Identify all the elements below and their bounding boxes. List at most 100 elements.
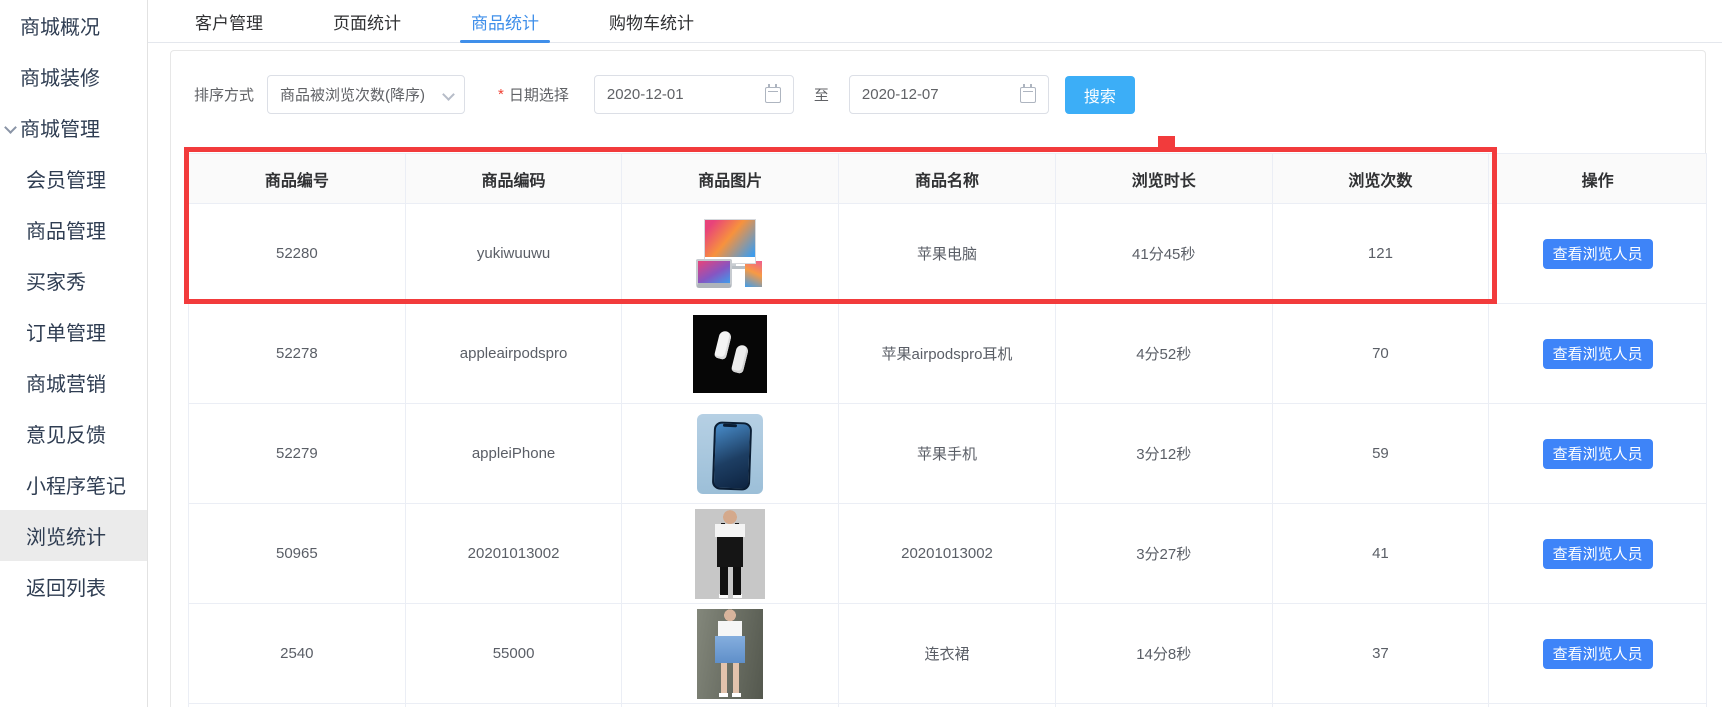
sidebar-item-商品管理[interactable]: 商品管理	[0, 204, 147, 255]
cell-product-code: appleairpodspro	[405, 304, 623, 404]
sidebar-item-label: 小程序笔记	[26, 476, 126, 498]
sidebar-item-会员管理[interactable]: 会员管理	[0, 153, 147, 204]
product-image-denim-skirt	[697, 608, 764, 699]
date-separator: 至	[813, 87, 829, 104]
cell-product-name: 苹果airpodspro耳机	[839, 304, 1056, 404]
tab-bar: 客户管理 页面统计 商品统计 购物车统计	[148, 0, 1722, 43]
sort-label: 排序方式	[194, 87, 255, 104]
tab-label: 客户管理	[195, 13, 263, 33]
cell-action: 查看浏览人员	[1489, 304, 1706, 404]
filter-row: 排序方式 商品被浏览次数(降序) * 日期选择 2020-12-01 至 202…	[194, 75, 1135, 114]
table-header-row: 商品编号 商品编码 商品图片 商品名称 浏览时长 浏览次数 操作	[189, 154, 1706, 204]
statistics-panel: 排序方式 商品被浏览次数(降序) * 日期选择 2020-12-01 至 202…	[170, 50, 1707, 707]
cell-product-name: 20201013002	[839, 504, 1056, 604]
cell-product-id: 52278	[189, 304, 406, 404]
sidebar-item-label: 返回列表	[26, 578, 106, 600]
cell-view-duration: 14分8秒	[1055, 604, 1273, 704]
table-row: 52280 yukiwuuwu 苹果电脑 41分45秒 121 查看浏览人员	[189, 204, 1706, 304]
required-asterisk: *	[498, 86, 504, 103]
calendar-icon	[764, 84, 781, 103]
cell-action: 查看浏览人员	[1489, 404, 1706, 504]
view-visitors-button[interactable]: 查看浏览人员	[1542, 638, 1653, 669]
cell-view-count: 41	[1272, 504, 1490, 604]
calendar-icon	[1019, 84, 1036, 103]
view-visitors-button[interactable]: 查看浏览人员	[1542, 238, 1653, 269]
cell-product-image	[622, 604, 840, 704]
product-image-iphone-blue	[697, 413, 764, 494]
sidebar-item-浏览统计[interactable]: 浏览统计	[0, 510, 147, 561]
sidebar-item-商城概况[interactable]: 商城概况	[0, 0, 147, 51]
date-label: 日期选择	[508, 87, 569, 104]
cell-product-image	[622, 404, 840, 504]
cell-product-code: 20201013002	[405, 504, 623, 604]
cell-product-id: 52279	[189, 404, 406, 504]
product-image-airpods	[693, 314, 768, 393]
product-image-mac-computers	[691, 214, 770, 293]
cell-view-count: 59	[1272, 404, 1490, 504]
cell-product-name: 连衣裙	[839, 604, 1056, 704]
sidebar-item-label: 商品管理	[26, 221, 106, 243]
cell-product-image	[622, 504, 840, 604]
cell-product-code: 55000	[405, 604, 623, 704]
sidebar-item-商城装修[interactable]: 商城装修	[0, 51, 147, 102]
sidebar-item-小程序笔记[interactable]: 小程序笔记	[0, 459, 147, 510]
view-visitors-button[interactable]: 查看浏览人员	[1542, 338, 1653, 369]
table-row: 52278 appleairpodspro 苹果airpodspro耳机 4分5…	[189, 304, 1706, 404]
tab-商品统计[interactable]: 商品统计	[460, 0, 550, 43]
sidebar-item-意见反馈[interactable]: 意见反馈	[0, 408, 147, 459]
sort-select-value: 商品被浏览次数(降序)	[280, 87, 426, 104]
cell-product-code: appleiPhone	[405, 404, 623, 504]
cell-product-code: yukiwuuwu	[405, 204, 623, 304]
date-start-input[interactable]: 2020-12-01	[593, 75, 794, 114]
cell-product-name: 苹果手机	[839, 404, 1056, 504]
cell-product-id: 50965	[189, 504, 406, 604]
cell-action: 查看浏览人员	[1489, 204, 1706, 304]
cell-action: 查看浏览人员	[1489, 604, 1706, 704]
search-button[interactable]: 搜索	[1064, 75, 1135, 114]
sidebar-item-商城营销[interactable]: 商城营销	[0, 357, 147, 408]
product-image-black-overalls	[695, 508, 766, 599]
cell-action: 查看浏览人员	[1489, 504, 1706, 604]
date-end-value: 2020-12-07	[861, 86, 939, 103]
cell-view-duration: 3分12秒	[1055, 404, 1273, 504]
tab-label: 购物车统计	[609, 13, 694, 33]
sidebar: 商城概况 商城装修 商城管理 会员管理 商品管理 买家秀 订单管理 商城营销 意…	[0, 0, 148, 707]
tab-购物车统计[interactable]: 购物车统计	[606, 0, 697, 42]
product-stats-table: 商品编号 商品编码 商品图片 商品名称 浏览时长 浏览次数 操作 52280 yukiwuu…	[188, 153, 1707, 707]
view-visitors-button[interactable]: 查看浏览人员	[1542, 538, 1653, 569]
cell-view-count: 37	[1272, 604, 1490, 704]
sidebar-item-label: 意见反馈	[26, 425, 106, 447]
sidebar-item-label: 商城管理	[20, 119, 100, 141]
sidebar-item-label: 商城营销	[26, 374, 106, 396]
view-visitors-button[interactable]: 查看浏览人员	[1542, 438, 1653, 469]
cell-view-duration: 4分52秒	[1055, 304, 1273, 404]
sidebar-item-订单管理[interactable]: 订单管理	[0, 306, 147, 357]
table-header-cell: 浏览时长	[1055, 154, 1273, 204]
table-row: 2540 55000 连衣裙 14分8秒 37 查看浏览人员	[189, 604, 1706, 704]
sidebar-item-label: 买家秀	[26, 272, 86, 294]
table-row: 50965 20201013002 20201013002 3分27秒 41 查…	[189, 504, 1706, 604]
cell-view-duration: 3分27秒	[1055, 504, 1273, 604]
chevron-down-icon	[6, 123, 15, 132]
chevron-down-icon	[443, 88, 453, 98]
date-end-input[interactable]: 2020-12-07	[848, 75, 1049, 114]
sidebar-item-label: 商城装修	[20, 68, 100, 90]
cell-product-id: 2540	[189, 604, 406, 704]
table-header-cell: 操作	[1489, 154, 1706, 204]
tab-客户管理[interactable]: 客户管理	[192, 0, 266, 42]
cell-product-name: 苹果电脑	[839, 204, 1056, 304]
cell-product-image	[622, 304, 840, 404]
tab-label: 商品统计	[471, 13, 539, 33]
sidebar-item-label: 订单管理	[26, 323, 106, 345]
sidebar-item-商城管理[interactable]: 商城管理	[0, 102, 147, 153]
main-content: 客户管理 页面统计 商品统计 购物车统计 排序方式 商品被浏览次数(降序) * …	[148, 0, 1722, 707]
sort-select[interactable]: 商品被浏览次数(降序)	[267, 75, 466, 114]
tab-页面统计[interactable]: 页面统计	[330, 0, 404, 42]
sidebar-item-买家秀[interactable]: 买家秀	[0, 255, 147, 306]
sidebar-item-返回列表[interactable]: 返回列表	[0, 561, 147, 612]
cell-view-duration: 41分45秒	[1055, 204, 1273, 304]
sidebar-item-label: 会员管理	[26, 170, 106, 192]
table-row: 52279 appleiPhone 苹果手机 3分12秒 59 查看浏览人员	[189, 404, 1706, 504]
table-header-cell: 商品名称	[839, 154, 1056, 204]
sidebar-item-label: 商城概况	[20, 17, 100, 39]
